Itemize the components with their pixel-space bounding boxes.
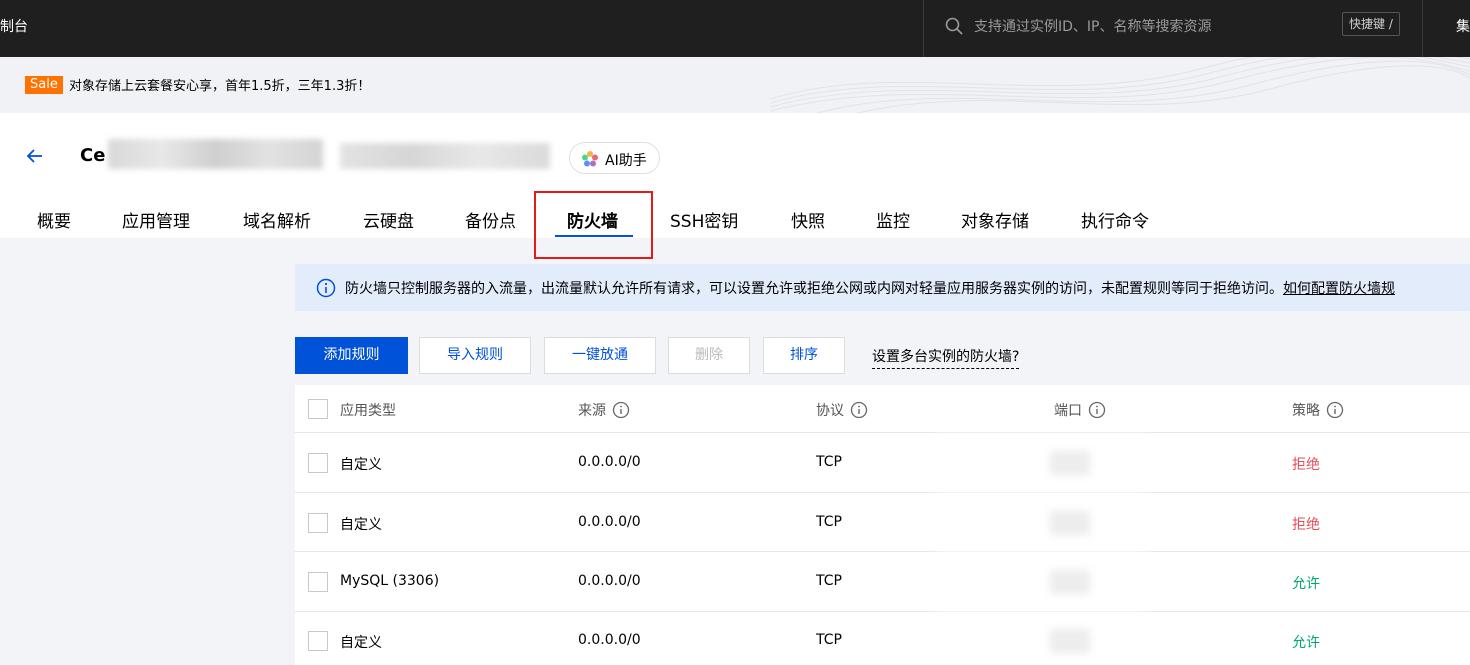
cell-protocol: TCP [816, 632, 842, 648]
port-column-redaction [935, 433, 1148, 665]
table-row: 自定义 0.0.0.0/0 TCP 拒绝 [295, 493, 1470, 552]
tab-app-management[interactable]: 应用管理 [122, 207, 190, 232]
cell-source: 0.0.0.0/0 [578, 514, 641, 530]
promo-text[interactable]: 对象存储上云套餐安心享，首年1.5折，三年1.3折！ [69, 75, 370, 94]
column-header-source: 来源 [578, 400, 630, 420]
column-header-source-label: 来源 [578, 403, 606, 419]
info-icon [316, 278, 336, 298]
top-nav-bar: 制台 支持通过实例ID、IP、名称等搜索资源 快捷键 / 集 [0, 0, 1470, 57]
firewall-rules-table: 应用类型 来源 协议 端口 策略 自定义 0.0.0.0/0 TCP 拒绝 自定… [295, 385, 1470, 665]
notice-text: 防火墙只控制服务器的入流量，出流量默认允许所有请求，可以设置允许或拒绝公网或内网… [345, 278, 1395, 298]
cell-policy: 拒绝 [1292, 517, 1320, 533]
column-header-app-type: 应用类型 [340, 403, 396, 419]
import-rules-button[interactable]: 导入规则 [419, 337, 531, 374]
help-circle-icon[interactable] [1088, 401, 1106, 419]
select-all-checkbox[interactable] [308, 399, 328, 419]
help-circle-icon[interactable] [612, 401, 630, 419]
cell-app-type: 自定义 [340, 457, 382, 473]
firewall-help-link[interactable]: 如何配置防火墙规 [1283, 281, 1395, 297]
sale-badge: Sale [25, 76, 63, 94]
tab-ssh-keys[interactable]: SSH密钥 [670, 207, 738, 232]
cell-protocol: TCP [816, 514, 842, 530]
row-checkbox[interactable] [308, 572, 328, 592]
global-search[interactable]: 支持通过实例ID、IP、名称等搜索资源 快捷键 / [923, 0, 1423, 57]
cell-policy: 允许 [1292, 635, 1320, 651]
column-header-policy-label: 策略 [1292, 403, 1320, 419]
notice-body: 防火墙只控制服务器的入流量，出流量默认允许所有请求，可以设置允许或拒绝公网或内网… [345, 281, 1283, 297]
highlight-box [534, 191, 653, 259]
cell-app-type: MySQL (3306) [340, 573, 440, 589]
tab-backup[interactable]: 备份点 [465, 207, 516, 232]
delete-button[interactable]: 删除 [668, 337, 750, 374]
tab-monitor[interactable]: 监控 [876, 207, 910, 232]
column-header-port-label: 端口 [1054, 403, 1082, 419]
redacted-name [108, 139, 323, 169]
column-header-protocol-label: 协议 [816, 403, 844, 419]
tab-dns[interactable]: 域名解析 [243, 207, 311, 232]
row-checkbox[interactable] [308, 631, 328, 651]
search-icon [945, 17, 963, 35]
top-nav-item-truncated[interactable]: 集 [1456, 16, 1470, 36]
console-label[interactable]: 制台 [0, 16, 28, 36]
row-checkbox[interactable] [308, 513, 328, 533]
firewall-notice: 防火墙只控制服务器的入流量，出流量默认允许所有请求，可以设置允许或拒绝公网或内网… [295, 264, 1470, 311]
tab-run-command[interactable]: 执行命令 [1081, 207, 1149, 232]
cell-protocol: TCP [816, 573, 842, 589]
redacted-id [340, 143, 550, 169]
cell-app-type: 自定义 [340, 635, 382, 651]
help-circle-icon[interactable] [1326, 401, 1344, 419]
add-rule-button[interactable]: 添加规则 [295, 337, 408, 374]
search-placeholder[interactable]: 支持通过实例ID、IP、名称等搜索资源 [974, 16, 1211, 36]
cell-source: 0.0.0.0/0 [578, 632, 641, 648]
sort-button[interactable]: 排序 [763, 337, 845, 374]
promo-banner[interactable]: Sale 对象存储上云套餐安心享，首年1.5折，三年1.3折！ [0, 57, 1470, 113]
cell-app-type: 自定义 [340, 517, 382, 533]
tab-overview[interactable]: 概要 [37, 207, 71, 232]
ai-assistant-button[interactable]: AI助手 [569, 142, 660, 174]
table-header-row: 应用类型 来源 协议 端口 策略 [295, 385, 1470, 433]
table-row: 自定义 0.0.0.0/0 TCP 拒绝 [295, 433, 1470, 493]
banner-wave-decoration [770, 57, 1470, 113]
column-header-protocol: 协议 [816, 400, 868, 420]
column-header-policy: 策略 [1292, 400, 1344, 420]
back-arrow-icon[interactable] [25, 146, 45, 166]
cell-source: 0.0.0.0/0 [578, 454, 641, 470]
ai-flower-icon [582, 151, 598, 167]
help-circle-icon[interactable] [850, 401, 868, 419]
table-row: MySQL (3306) 0.0.0.0/0 TCP 允许 [295, 552, 1470, 612]
tab-cloud-disk[interactable]: 云硬盘 [363, 207, 414, 232]
allow-all-button[interactable]: 一键放通 [544, 337, 656, 374]
instance-header: Ce AI助手 概要 应用管理 域名解析 云硬盘 备份点 防火墙 SSH密钥 快… [0, 113, 1470, 259]
cell-policy: 拒绝 [1292, 457, 1320, 473]
tab-snapshot[interactable]: 快照 [791, 207, 825, 232]
table-row: 自定义 0.0.0.0/0 TCP 允许 [295, 612, 1470, 665]
ai-assistant-label: AI助手 [605, 153, 647, 169]
instance-name: Ce [80, 145, 106, 166]
multi-instance-firewall-link[interactable]: 设置多台实例的防火墙? [872, 346, 1020, 369]
row-checkbox[interactable] [308, 453, 328, 473]
shortcut-hint: 快捷键 / [1342, 12, 1400, 36]
cell-source: 0.0.0.0/0 [578, 573, 641, 589]
cell-policy: 允许 [1292, 576, 1320, 592]
tab-object-storage[interactable]: 对象存储 [961, 207, 1029, 232]
cell-protocol: TCP [816, 454, 842, 470]
column-header-port: 端口 [1054, 400, 1106, 420]
